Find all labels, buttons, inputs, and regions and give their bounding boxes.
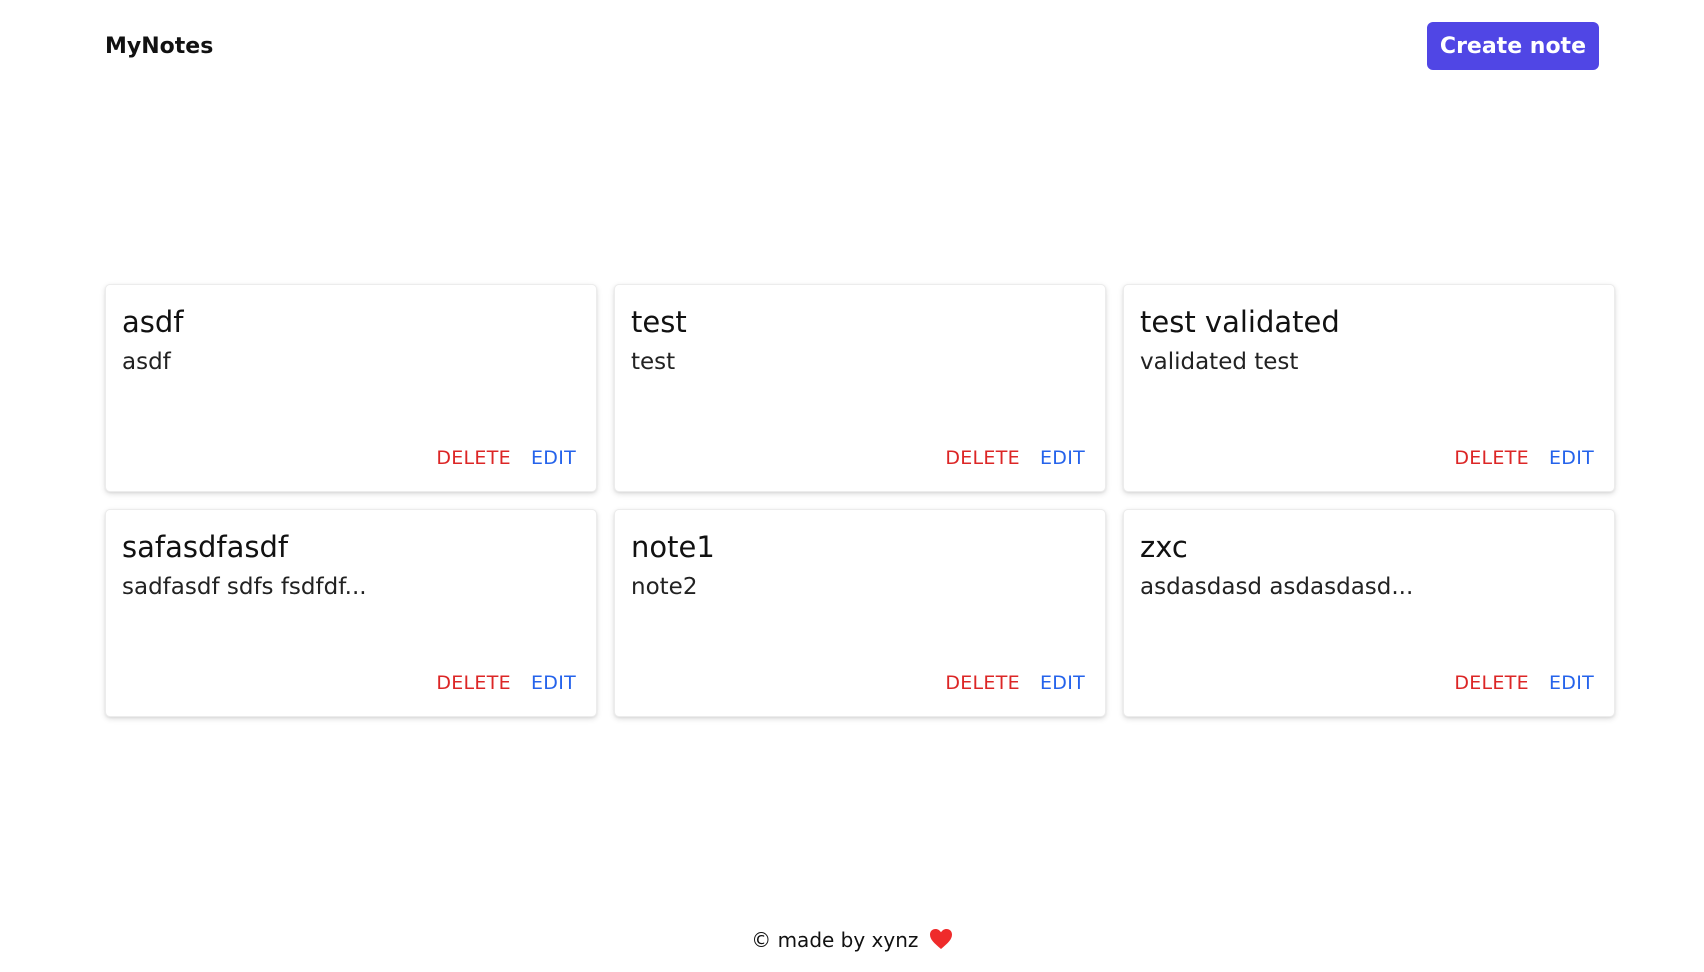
note-body: note2 [631,573,698,600]
note-body: asdasdasd asdasdasd... [1140,573,1414,600]
note-actions: DELETE EDIT [1454,672,1594,694]
delete-button[interactable]: DELETE [945,447,1020,469]
note-card: note1 note2 DELETE EDIT [614,509,1106,717]
heart-icon [929,928,953,955]
note-title: note1 [631,530,715,564]
note-card: safasdfasdf sadfasdf sdfs fsdfdf... DELE… [105,509,597,717]
edit-button[interactable]: EDIT [1040,672,1085,694]
note-body: asdf [122,348,171,375]
delete-button[interactable]: DELETE [1454,447,1529,469]
edit-button[interactable]: EDIT [1040,447,1085,469]
footer: © made by xynz [0,928,1704,955]
top-bar: MyNotes Create note [105,22,1599,70]
delete-button[interactable]: DELETE [1454,672,1529,694]
note-actions: DELETE EDIT [945,672,1085,694]
create-note-button[interactable]: Create note [1426,22,1599,70]
delete-button[interactable]: DELETE [945,672,1020,694]
notes-grid: asdf asdf DELETE EDIT test test DELETE E… [105,284,1615,717]
delete-button[interactable]: DELETE [436,672,511,694]
edit-button[interactable]: EDIT [531,447,576,469]
delete-button[interactable]: DELETE [436,447,511,469]
note-title: test validated [1140,305,1340,339]
note-card: test validated validated test DELETE EDI… [1123,284,1615,492]
note-card: zxc asdasdasd asdasdasd... DELETE EDIT [1123,509,1615,717]
edit-button[interactable]: EDIT [1549,447,1594,469]
note-card: test test DELETE EDIT [614,284,1106,492]
edit-button[interactable]: EDIT [531,672,576,694]
note-actions: DELETE EDIT [1454,447,1594,469]
note-title: zxc [1140,530,1188,564]
brand-logo-text[interactable]: MyNotes [105,34,213,59]
note-title: test [631,305,687,339]
note-actions: DELETE EDIT [436,447,576,469]
edit-button[interactable]: EDIT [1549,672,1594,694]
footer-credit: © made by xynz [751,928,919,952]
note-title: asdf [122,305,184,339]
note-body: sadfasdf sdfs fsdfdf... [122,573,367,600]
note-body: test [631,348,676,375]
note-card: asdf asdf DELETE EDIT [105,284,597,492]
note-title: safasdfasdf [122,530,289,564]
note-actions: DELETE EDIT [436,672,576,694]
note-actions: DELETE EDIT [945,447,1085,469]
note-body: validated test [1140,348,1299,375]
